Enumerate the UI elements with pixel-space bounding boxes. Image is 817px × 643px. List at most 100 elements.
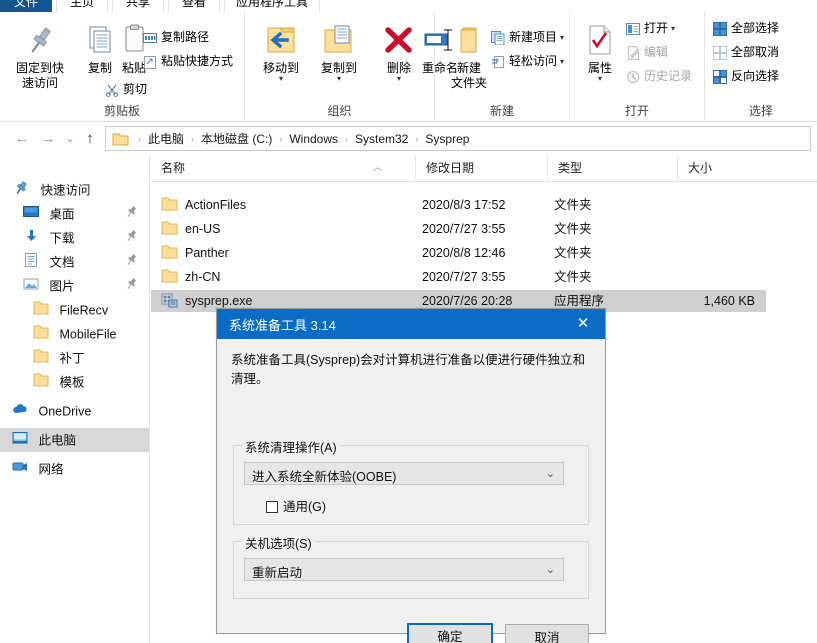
sidebar-item-buding[interactable]: 补丁 (0, 346, 149, 370)
forward-button[interactable]: → (38, 129, 58, 149)
edit-button[interactable]: 编辑 (626, 41, 668, 63)
history-button[interactable]: 历史记录 (626, 65, 692, 87)
cancel-button[interactable]: 取消 (505, 624, 589, 643)
sidebar-item-label: 文档 (49, 255, 75, 270)
pin-icon[interactable] (126, 254, 138, 268)
table-row[interactable]: zh-CN 2020/7/27 3:55 文件夹 (151, 266, 766, 288)
up-button[interactable]: ↑ (80, 129, 100, 149)
sidebar-item-quick-access[interactable]: 快速访问 (0, 178, 149, 202)
copy-path-button[interactable]: 复制路径 (143, 26, 209, 48)
sidebar-item-desktop[interactable]: 桌面 (0, 202, 149, 226)
folder-icon (161, 221, 179, 236)
properties-button[interactable]: 属性 ▾ (572, 24, 628, 83)
file-name-cell: en-US (161, 218, 220, 240)
breadcrumb-separator: › (138, 133, 141, 144)
sidebar-item-downloads[interactable]: 下载 (0, 226, 149, 250)
pin-icon (12, 24, 68, 58)
sidebar-item-label: MobileFile (59, 327, 117, 342)
easy-access-chevron-down-icon[interactable]: ▾ (560, 57, 564, 66)
column-header-type[interactable]: 类型 (548, 156, 678, 181)
breadcrumb-item-0[interactable]: 此电脑 (148, 130, 184, 147)
move-to-button[interactable]: 移动到 ▾ (253, 24, 309, 83)
generalize-checkbox[interactable]: 通用(G) (266, 496, 326, 515)
new-item-chevron-down-icon[interactable]: ▾ (560, 33, 564, 42)
sidebar-item-documents[interactable]: 文档 (0, 250, 149, 274)
download-icon (23, 229, 41, 245)
sidebar-item-filerecv[interactable]: FileRecv (0, 298, 149, 322)
select-none-button[interactable]: 全部取消 (713, 41, 779, 63)
pin-icon[interactable] (126, 206, 138, 220)
select-all-button[interactable]: 全部选择 (713, 17, 779, 39)
open-label: 打开 (644, 21, 669, 35)
cleanup-action-value: 进入系统全新体验(OOBE) (252, 470, 397, 484)
generalize-label: 通用(G) (283, 500, 327, 514)
sidebar-item-network[interactable]: 网络 (0, 457, 149, 481)
easy-access-label: 轻松访问 (509, 54, 558, 68)
new-item-button[interactable]: 新建项目 ▾ (491, 26, 564, 48)
breadcrumb[interactable]: › 此电脑 › 本地磁盘 (C:) › Windows › System32 ›… (105, 126, 811, 151)
tab-view[interactable]: 查看 (168, 0, 220, 12)
table-row[interactable]: ActionFiles 2020/8/3 17:52 文件夹 (151, 194, 766, 216)
tab-share[interactable]: 共享 (112, 0, 164, 12)
sidebar-item-pictures[interactable]: 图片 (0, 274, 149, 298)
breadcrumb-item-4[interactable]: Sysprep (425, 132, 469, 146)
tab-file[interactable]: 文件 (0, 0, 52, 12)
new-folder-button[interactable]: 新建 文件夹 (441, 24, 497, 91)
ribbon-group-select: 全部选择 全部取消 反向选择 选择 (705, 12, 817, 122)
shutdown-option-select[interactable]: 重新启动 ⌄ (244, 558, 564, 581)
file-type-cell: 文件夹 (554, 222, 592, 236)
pin-icon[interactable] (126, 230, 138, 244)
table-row[interactable]: en-US 2020/7/27 3:55 文件夹 (151, 218, 766, 240)
ribbon-group-organize-title: 组织 (327, 104, 352, 118)
cleanup-action-select[interactable]: 进入系统全新体验(OOBE) ⌄ (244, 462, 564, 485)
ribbon-group-select-title: 选择 (748, 104, 773, 118)
table-row[interactable]: Panther 2020/8/8 12:46 文件夹 (151, 242, 766, 264)
chevron-down-icon: ⌄ (545, 468, 555, 480)
cut-label: 剪切 (123, 82, 148, 96)
ribbon-group-organize: 移动到 ▾ 复制到 ▾ 删除 ▾ 重命名 组织 (245, 12, 458, 122)
column-header-name-label: 名称 (161, 161, 186, 175)
paste-shortcut-button[interactable]: 粘贴快捷方式 (143, 50, 233, 72)
move-to-chevron-down-icon[interactable]: ▾ (253, 75, 309, 83)
move-to-icon (253, 24, 309, 58)
copy-to-button[interactable]: 复制到 ▾ (311, 24, 367, 83)
new-folder-label-line1: 新建 (456, 61, 481, 75)
column-header-size[interactable]: 大小 (678, 156, 766, 181)
properties-chevron-down-icon[interactable]: ▾ (572, 75, 628, 83)
ribbon-group-new: 新建 文件夹 新建项目 ▾ 轻松访问 ▾ 新建 (435, 12, 570, 122)
open-chevron-down-icon[interactable]: ▾ (671, 24, 675, 33)
move-to-label: 移动到 (262, 61, 299, 75)
column-header-date[interactable]: 修改日期 (416, 156, 548, 181)
pin-icon[interactable] (126, 278, 138, 292)
tab-file-label: 文件 (13, 0, 38, 9)
ribbon-group-open-title: 打开 (624, 104, 649, 118)
copy-path-icon (143, 31, 157, 45)
sidebar-item-muban[interactable]: 模板 (0, 370, 149, 394)
copy-to-chevron-down-icon[interactable]: ▾ (311, 75, 367, 83)
ribbon-group-clipboard: 固定到快 速访问 复制 粘贴 剪切 复制路径 粘贴快捷方式 剪贴板 (0, 12, 245, 122)
dialog-title-bar[interactable]: 系统准备工具 3.14 ✕ (217, 309, 605, 339)
breadcrumb-item-2[interactable]: Windows (289, 132, 338, 146)
breadcrumb-item-3[interactable]: System32 (355, 132, 408, 146)
easy-access-button[interactable]: 轻松访问 ▾ (491, 50, 564, 72)
sidebar-item-this-pc[interactable]: 此电脑 (0, 428, 149, 452)
select-none-icon (713, 45, 727, 60)
pin-to-quick-access-button[interactable]: 固定到快 速访问 (12, 24, 68, 91)
invert-selection-button[interactable]: 反向选择 (713, 65, 779, 87)
tab-application-tools[interactable]: 应用程序工具 (224, 0, 320, 12)
open-button[interactable]: 打开 ▾ (626, 17, 675, 39)
delete-chevron-down-icon[interactable]: ▾ (371, 75, 427, 83)
ok-button[interactable]: 确定 (407, 623, 493, 643)
breadcrumb-item-1[interactable]: 本地磁盘 (C:) (201, 130, 272, 147)
cut-button[interactable]: 剪切 (105, 78, 147, 100)
back-button[interactable]: ← (12, 129, 32, 149)
sidebar-item-onedrive[interactable]: OneDrive (0, 399, 149, 423)
sidebar-item-mobilefile[interactable]: MobileFile (0, 322, 149, 346)
recent-locations-button[interactable]: ⌄ (60, 129, 80, 149)
column-header-name[interactable]: 名称 ︿ (151, 156, 416, 181)
dialog-description: 系统准备工具(Sysprep)会对计算机进行准备以便进行硬件独立和清理。 (231, 353, 586, 386)
close-icon[interactable]: ✕ (561, 309, 605, 339)
column-header-type-label: 类型 (558, 161, 583, 175)
tab-home[interactable]: 主页 (56, 0, 108, 12)
sidebar-item-label: OneDrive (38, 404, 92, 419)
